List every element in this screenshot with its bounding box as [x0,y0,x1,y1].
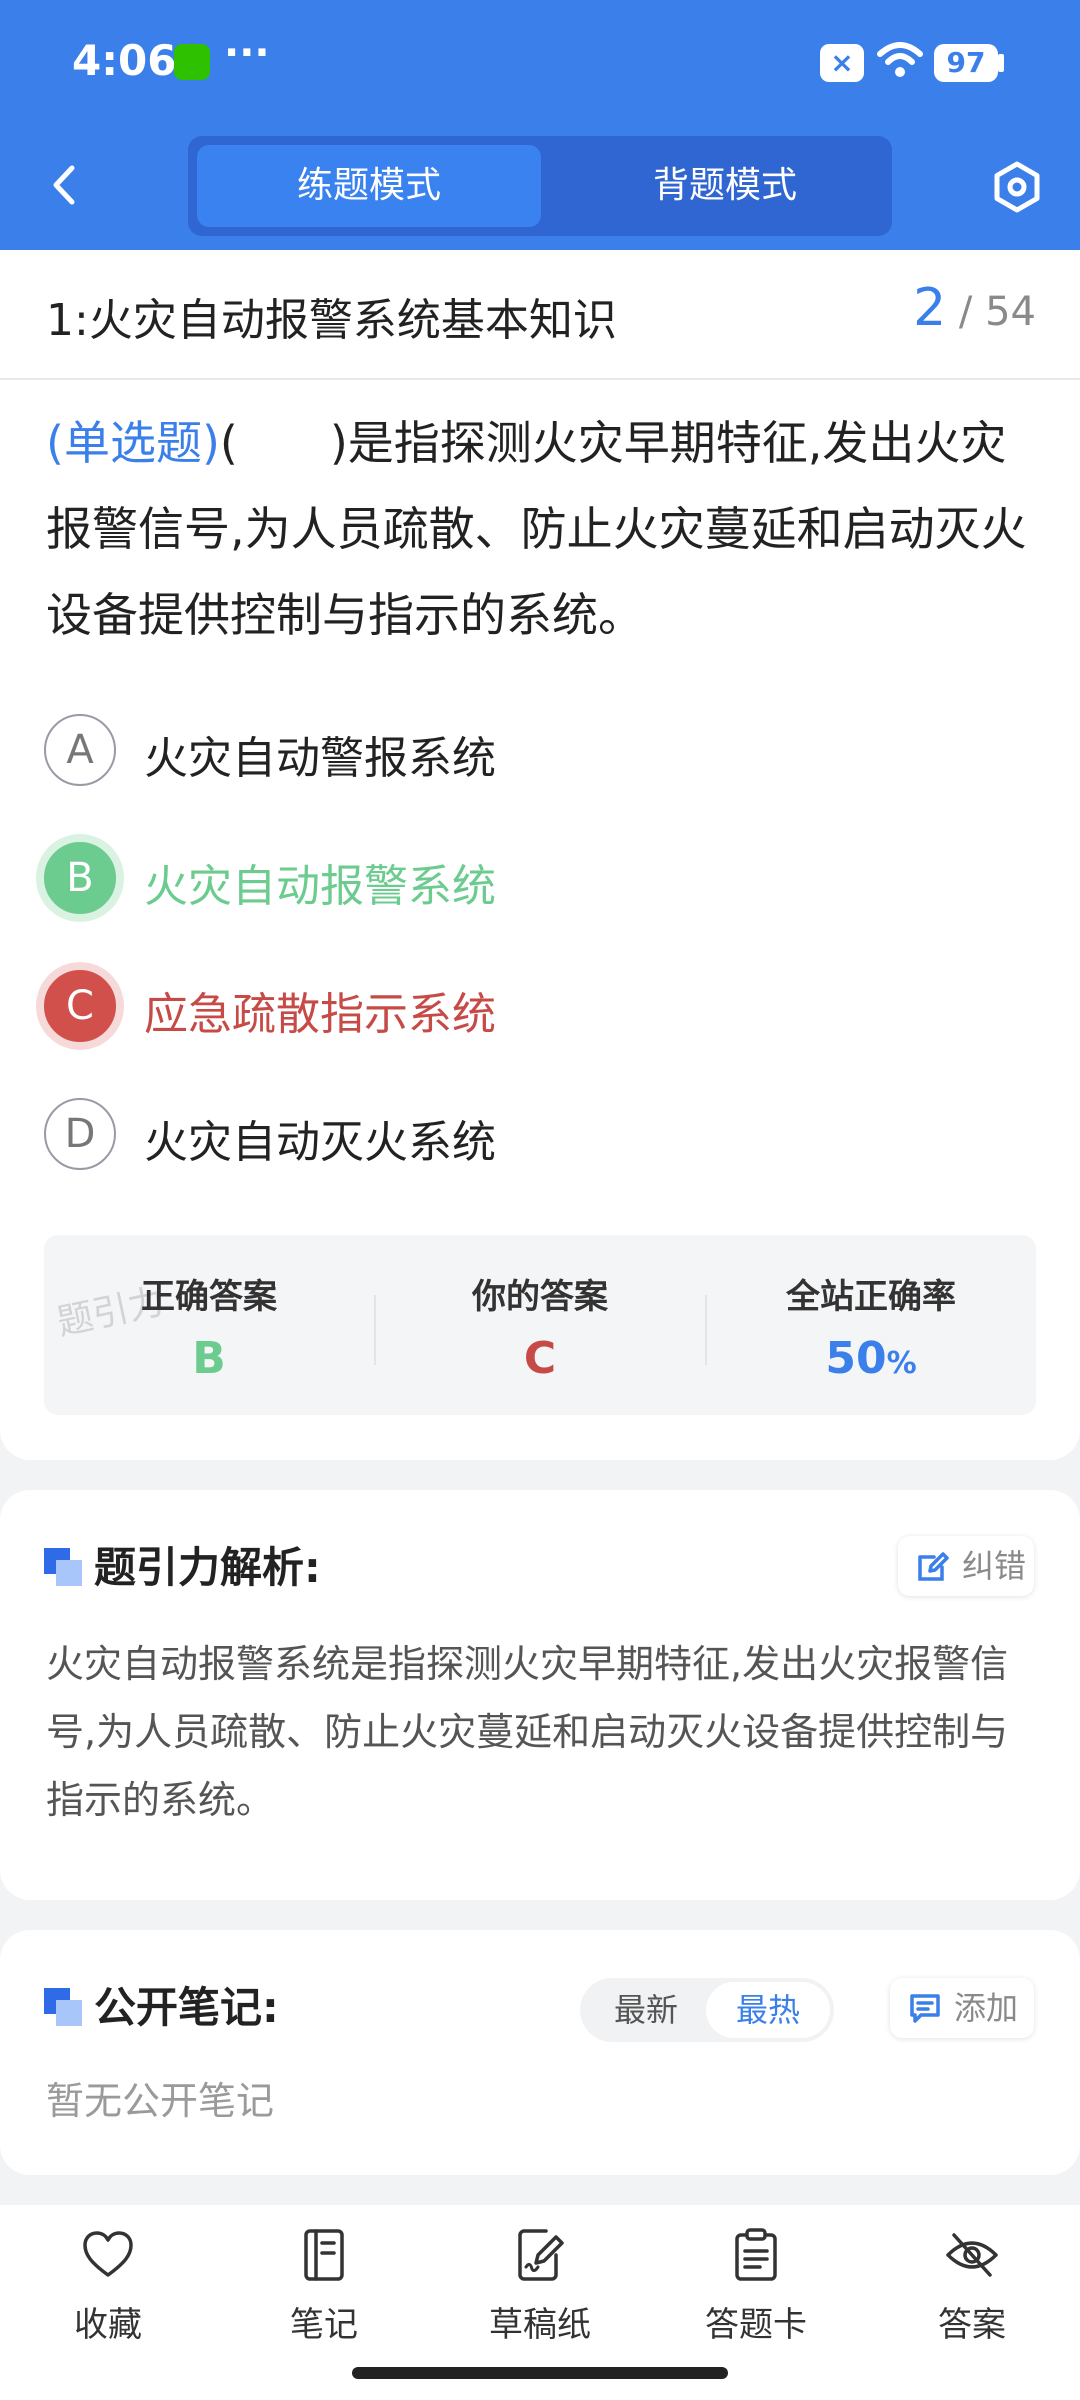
home-indicator[interactable] [352,2367,728,2379]
site-accuracy-value: 50% [706,1333,1036,1384]
notes-title: 公开笔记: [94,1983,279,2032]
option-text: 应急疏散指示系统 [144,989,496,1040]
report-error-label: 纠错 [962,1547,1027,1585]
edit-icon [918,1552,949,1581]
progress-separator: / [958,289,973,335]
settings-hexagon-icon[interactable] [990,160,1044,214]
answer-card-label: 答题卡 [705,2305,807,2345]
more-notifications-icon: ··· [224,30,270,76]
no-notes-text: 暂无公开笔记 [46,2079,275,2123]
eye-off-icon [946,2233,998,2277]
notes-sort-toggle: 最新 最热 [580,1978,834,2042]
tab-practice-mode[interactable]: 练题模式 [197,145,541,227]
battery-indicator: 97 [934,44,998,82]
report-error-button[interactable]: 纠错 [898,1536,1034,1596]
correct-answer: 正确答案 B [44,1235,374,1415]
wechat-icon [174,44,210,80]
question-type: (单选题) [46,416,220,470]
site-accuracy-label: 全站正确率 [786,1277,956,1317]
question-text: (单选题)( )是指探测火灾早期特征,发出火灾报警信号,为人员疏散、防止火灾蔓延… [46,400,1036,658]
draft-icon [518,2229,564,2281]
add-note-button[interactable]: 添加 [890,1978,1034,2038]
draft-paper-button[interactable]: 草稿纸 [450,2227,630,2346]
wifi-icon [877,42,923,77]
option-d[interactable]: D 火灾自动灭火系统 [44,1094,944,1174]
notes-button[interactable]: 笔记 [234,2227,414,2346]
option-text: 火灾自动警报系统 [144,733,496,784]
option-text: 火灾自动报警系统 [144,861,496,912]
option-c[interactable]: C 应急疏散指示系统 [44,966,944,1046]
option-a[interactable]: A 火灾自动警报系统 [44,710,944,790]
option-letter: B [44,842,116,914]
notes-card: 公开笔记: 最新 最热 添加 暂无公开笔记 [0,1930,1080,2175]
section-icon [44,1548,84,1588]
option-letter: A [44,714,116,786]
your-answer-value: C [523,1333,557,1384]
battery-tip [998,54,1004,72]
chapter-row: 1:火灾自动报警系统基本知识 2 / 54 [0,250,1080,380]
progress-total: 54 [985,289,1036,335]
answer-card-icon [735,2228,777,2281]
site-accuracy-unit: % [886,1346,917,1381]
comment-icon [910,1994,940,2023]
status-bar: 4:06 ··· × 97 [0,0,1080,125]
chapter-title: 1:火灾自动报警系统基本知识 [46,295,617,346]
status-time: 4:06 [72,36,177,85]
back-arrow-icon[interactable] [40,160,90,210]
show-answer-button[interactable]: 答案 [882,2227,1062,2346]
no-sim-icon: × [820,44,864,82]
draft-paper-label: 草稿纸 [489,2305,591,2345]
your-answer: 你的答案 C [375,1235,705,1415]
analysis-title: 题引力解析: [94,1543,321,1592]
question-progress: 2 / 54 [913,278,1036,338]
add-note-label: 添加 [954,1989,1019,2027]
option-letter: D [44,1098,116,1170]
show-answer-label: 答案 [938,2305,1006,2345]
option-letter: C [44,970,116,1042]
section-icon [44,1988,84,2028]
header: 4:06 ··· × 97 练题模式 背题模式 [0,0,1080,250]
heart-icon [83,2231,133,2277]
correct-answer-label: 正确答案 [141,1277,277,1317]
site-accuracy: 全站正确率 50% [706,1235,1036,1415]
answer-summary: 题引力 正确答案 B 你的答案 C 全站正确率 50% [44,1235,1036,1415]
favorite-button[interactable]: 收藏 [18,2227,198,2346]
question-card: 1:火灾自动报警系统基本知识 2 / 54 (单选题)( )是指探测火灾早期特征… [0,250,1080,1460]
option-b[interactable]: B 火灾自动报警系统 [44,838,944,918]
answer-card-button[interactable]: 答题卡 [666,2227,846,2346]
favorite-label: 收藏 [74,2305,142,2345]
correct-answer-value: B [192,1333,226,1384]
tab-memorize-mode[interactable]: 背题模式 [553,145,897,227]
notebook-icon [304,2229,344,2281]
your-answer-label: 你的答案 [472,1277,608,1317]
mode-switch: 练题模式 背题模式 [188,136,892,236]
sort-hottest[interactable]: 最热 [706,1982,830,2038]
analysis-text: 火灾自动报警系统是指探测火灾早期特征,发出火灾报警信号,为人员疏散、防止火灾蔓延… [46,1642,1009,1822]
site-accuracy-number: 50 [825,1333,887,1384]
analysis-card: 题引力解析: 纠错 火灾自动报警系统是指探测火灾早期特征,发出火灾报警信号,为人… [0,1490,1080,1900]
option-text: 火灾自动灭火系统 [144,1117,496,1168]
sort-newest[interactable]: 最新 [584,1982,708,2038]
notes-label: 笔记 [290,2305,358,2345]
progress-current: 2 [913,278,947,338]
